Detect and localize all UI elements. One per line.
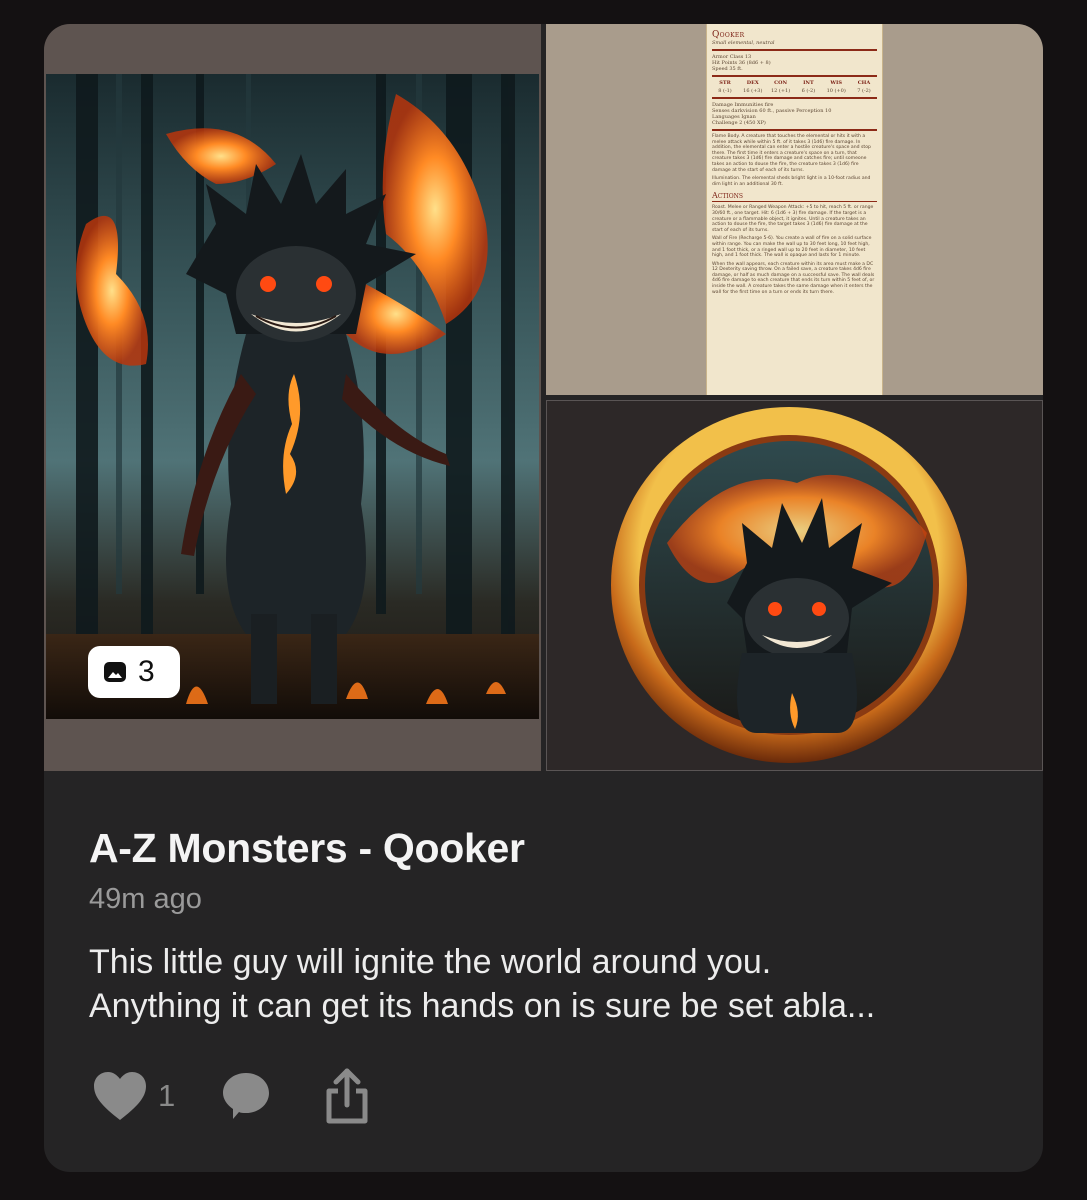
divider <box>712 129 877 131</box>
monster-token <box>607 403 972 768</box>
ability-name: DEX <box>746 80 759 86</box>
like-count: 1 <box>158 1078 176 1113</box>
divider <box>712 97 877 99</box>
ability-value: 10 (+0) <box>826 88 846 94</box>
like-button[interactable]: 1 <box>92 1070 197 1122</box>
ability-value: 7 (-2) <box>857 88 871 94</box>
ability-name: STR <box>719 80 731 86</box>
actions-heading: Actions <box>712 191 877 203</box>
comment-button[interactable] <box>219 1069 273 1123</box>
ability-name: CHA <box>857 80 871 86</box>
share-icon <box>326 1068 368 1124</box>
ability-values: 8 (-1) 16 (+3) 12 (+1) 6 (-2) 10 (+0) 7 … <box>712 88 877 94</box>
ability-headers: STR DEX CON INT WIS CHA <box>712 80 877 86</box>
ability-value: 16 (+3) <box>743 88 763 94</box>
ability-value: 6 (-2) <box>801 88 816 94</box>
ability-name: WIS <box>830 80 842 86</box>
trait-illumination: Illumination. The elemental sheds bright… <box>712 176 871 187</box>
heart-icon <box>94 1072 146 1120</box>
image-count: 3 <box>138 655 155 688</box>
post-card[interactable]: 3 Qooker Small elemental, neutral Armor … <box>44 24 1043 1172</box>
image-stack-icon <box>104 662 126 682</box>
divider <box>712 75 877 77</box>
post-meta: A-Z Monsters - Qooker 49m ago This littl… <box>89 824 1009 1028</box>
comment-icon <box>223 1073 270 1119</box>
image-gallery[interactable]: 3 Qooker Small elemental, neutral Armor … <box>44 24 1043 771</box>
post-title[interactable]: A-Z Monsters - Qooker <box>89 824 1009 872</box>
gallery-image-main[interactable]: 3 <box>44 24 541 771</box>
share-button[interactable] <box>323 1067 371 1125</box>
statblock-name: Qooker <box>712 30 745 40</box>
action-wall-of-fire: Wall of Fire (Recharge 5-6). You create … <box>712 236 872 259</box>
statblock-challenge: Challenge 2 (450 XP) <box>712 120 766 126</box>
ability-name: INT <box>803 80 814 86</box>
divider <box>712 49 877 51</box>
image-count-badge: 3 <box>88 646 180 698</box>
ability-value: 8 (-1) <box>718 88 732 94</box>
statblock-sheet: Qooker Small elemental, neutral Armor Cl… <box>706 24 883 395</box>
action-wall-details: When the wall appears, each creature wit… <box>712 261 875 295</box>
statblock-speed: Speed 35 ft. <box>712 66 743 72</box>
gallery-image-statblock[interactable]: Qooker Small elemental, neutral Armor Cl… <box>546 24 1043 395</box>
post-timestamp: 49m ago <box>89 883 202 915</box>
action-roast: Roast. Melee or Ranged Weapon Attack: +5… <box>712 205 874 233</box>
monster-illustration <box>46 74 539 719</box>
trait-flame-body: Flame Body. A creature that touches the … <box>712 134 871 173</box>
post-description[interactable]: This little guy will ignite the world ar… <box>89 940 1009 1028</box>
statblock-type: Small elemental, neutral <box>712 40 775 46</box>
ability-name: CON <box>774 80 788 86</box>
action-bar: 1 <box>92 1066 371 1126</box>
ability-value: 12 (+1) <box>770 88 791 94</box>
gallery-image-token[interactable] <box>546 400 1043 771</box>
